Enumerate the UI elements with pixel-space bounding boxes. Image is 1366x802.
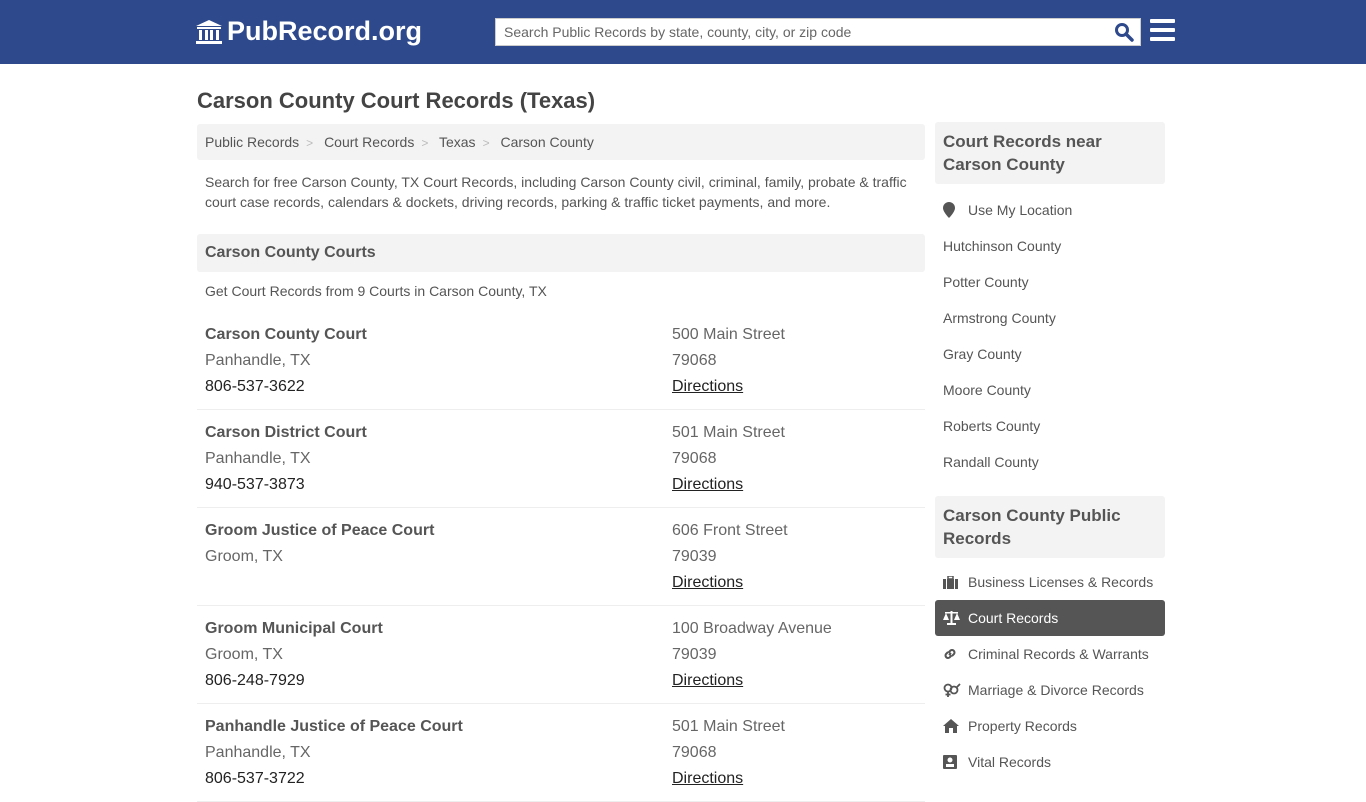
sidebar-item-vital[interactable]: Vital Records [935, 744, 1165, 780]
site-logo[interactable]: PubRecord.org [195, 16, 422, 47]
breadcrumb: Public Records > Court Records > Texas > Ca… [197, 124, 925, 160]
court-name[interactable]: Groom Municipal Court [205, 616, 672, 642]
court-city: Panhandle, TX [205, 450, 311, 467]
court-street: 501 Main Street [672, 424, 785, 441]
sidebar: Court Records near Carson County Use My … [935, 122, 1165, 786]
sidebar-item-label: Business Licenses & Records [968, 574, 1154, 590]
nearby-county-link[interactable]: Hutchinson County [935, 228, 1165, 264]
directions-link[interactable]: Directions [672, 668, 832, 694]
sidebar-item-property[interactable]: Property Records [935, 708, 1165, 744]
court-street: 500 Main Street [672, 326, 785, 343]
court-name[interactable]: Panhandle Justice of Peace Court [205, 714, 672, 740]
court-street: 501 Main Street [672, 718, 785, 735]
court-city: Groom, TX [205, 646, 283, 663]
court-name[interactable]: Groom Justice of Peace Court [205, 518, 672, 544]
court-item: Carson District Court Panhandle, TX 940-53… [197, 410, 925, 508]
sidebar-item-label: Marriage & Divorce Records [968, 682, 1144, 698]
court-zip: 79068 [672, 352, 717, 369]
courts-subtitle: Get Court Records from 9 Courts in Carso… [205, 283, 547, 299]
court-city: Panhandle, TX [205, 352, 311, 369]
gender-icon [943, 683, 961, 697]
top-bar: PubRecord.org [0, 0, 1366, 64]
page-title: Carson County Court Records (Texas) [197, 88, 596, 113]
directions-link[interactable]: Directions [672, 570, 788, 596]
breadcrumb-texas[interactable]: Texas [439, 134, 476, 150]
breadcrumb-court-records[interactable]: Court Records [324, 134, 414, 150]
court-item: Groom Justice of Peace Court Groom, TX 60… [197, 508, 925, 606]
court-phone[interactable]: 940-537-3873 [205, 472, 672, 498]
court-phone[interactable] [205, 570, 672, 596]
nearby-county-link[interactable]: Moore County [935, 372, 1165, 408]
breadcrumb-public-records[interactable]: Public Records [205, 134, 299, 150]
directions-link[interactable]: Directions [672, 766, 785, 792]
sidebar-item-marriage[interactable]: Marriage & Divorce Records [935, 672, 1165, 708]
public-records-heading: Carson County Public Records [935, 496, 1165, 558]
court-name[interactable]: Carson District Court [205, 420, 672, 446]
court-zip: 79068 [672, 450, 717, 467]
use-location-label: Use My Location [968, 202, 1073, 218]
search-box [495, 18, 1141, 46]
court-item: Groom Municipal Court Groom, TX 806-248-79… [197, 606, 925, 704]
court-name[interactable]: Carson County Court [205, 322, 672, 348]
intro-text: Search for free Carson County, TX Court … [205, 174, 907, 210]
court-item: Carson County Court Panhandle, TX 806-537-… [197, 312, 925, 410]
sidebar-item-business[interactable]: Business Licenses & Records [935, 564, 1165, 600]
id-card-icon [943, 755, 957, 769]
sidebar-item-label: Property Records [968, 718, 1077, 734]
main-content: Public Records > Court Records > Texas > Ca… [197, 124, 925, 802]
sidebar-item-criminal[interactable]: Criminal Records & Warrants [935, 636, 1165, 672]
nearby-list: Use My Location Hutchinson County Potter… [935, 184, 1165, 496]
nearby-county-link[interactable]: Potter County [935, 264, 1165, 300]
directions-link[interactable]: Directions [672, 472, 785, 498]
directions-link[interactable]: Directions [672, 374, 785, 400]
court-street: 606 Front Street [672, 522, 788, 539]
scales-icon [943, 611, 960, 625]
nearby-county-link[interactable]: Gray County [935, 336, 1165, 372]
court-zip: 79039 [672, 548, 717, 565]
sidebar-item-label: Criminal Records & Warrants [968, 646, 1149, 662]
use-location-link[interactable]: Use My Location [935, 192, 1165, 228]
nearby-county-link[interactable]: Randall County [935, 444, 1165, 480]
court-list: Carson County Court Panhandle, TX 806-537-… [197, 312, 925, 802]
courthouse-icon [196, 19, 222, 44]
court-phone[interactable]: 806-537-3722 [205, 766, 672, 792]
sidebar-item-label: Court Records [968, 610, 1059, 626]
search-icon[interactable] [1114, 22, 1134, 42]
search-input[interactable] [496, 19, 1096, 45]
court-phone[interactable]: 806-537-3622 [205, 374, 672, 400]
briefcase-icon [943, 575, 958, 589]
court-city: Groom, TX [205, 548, 283, 565]
court-zip: 79068 [672, 744, 717, 761]
nearby-county-link[interactable]: Armstrong County [935, 300, 1165, 336]
court-zip: 79039 [672, 646, 717, 663]
court-street: 100 Broadway Avenue [672, 620, 832, 637]
sidebar-item-court[interactable]: Court Records [935, 600, 1165, 636]
breadcrumb-carson-county[interactable]: Carson County [500, 134, 593, 150]
public-records-list: Business Licenses & Records Court Record… [935, 558, 1165, 786]
nearby-county-link[interactable]: Roberts County [935, 408, 1165, 444]
hamburger-menu-icon[interactable] [1150, 19, 1175, 46]
nearby-heading: Court Records near Carson County [935, 122, 1165, 184]
map-marker-icon [943, 202, 955, 218]
logo-text: PubRecord.org [227, 16, 423, 46]
link-icon [944, 649, 956, 659]
court-item: Panhandle Justice of Peace Court Panhandl… [197, 704, 925, 802]
court-phone[interactable]: 806-248-7929 [205, 668, 672, 694]
court-city: Panhandle, TX [205, 744, 311, 761]
courts-heading: Carson County Courts [197, 234, 925, 272]
home-icon [943, 719, 959, 733]
